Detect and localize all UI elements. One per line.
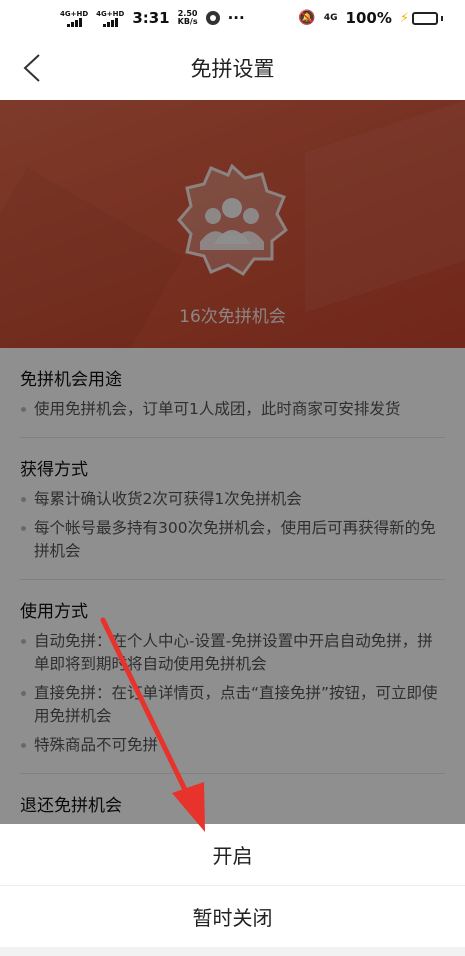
mute-icon: 🔕 [298,10,316,26]
status-right: 🔕 4G 100% ⚡ [298,9,443,27]
status-left: 4G+HD 4G+HD 3:31 2.50 KB/s ··· [60,9,245,27]
speed-unit: KB/s [177,17,198,26]
status-bar: 4G+HD 4G+HD 3:31 2.50 KB/s ··· 🔕 4G 100%… [0,0,465,36]
battery-icon: ⚡ [400,11,443,26]
network-speed: 2.50 KB/s [178,10,198,26]
battery-percent: 100% [345,9,392,27]
clock: 3:31 [132,9,170,27]
more-notifications: ··· [227,9,245,27]
chevron-left-icon [23,54,40,82]
signal-icon-2: 4G+HD [96,10,124,27]
back-button[interactable] [14,50,50,86]
network-label-2: 4G+HD [96,9,125,18]
enable-button[interactable]: 开启 [0,824,465,885]
page-title: 免拼设置 [190,57,275,81]
network-label-1: 4G+HD [60,9,89,18]
notification-icon [205,11,220,25]
disable-temporarily-button[interactable]: 暂时关闭 [0,886,465,947]
modal-overlay[interactable] [0,0,465,824]
signal-icon-1: 4G+HD [60,10,88,27]
charging-icon: ⚡ [399,10,409,26]
action-sheet: 开启 暂时关闭 [0,824,465,956]
sheet-footer [0,947,465,956]
nav-header: 免拼设置 [0,36,465,100]
net-type: 4G [323,13,338,23]
